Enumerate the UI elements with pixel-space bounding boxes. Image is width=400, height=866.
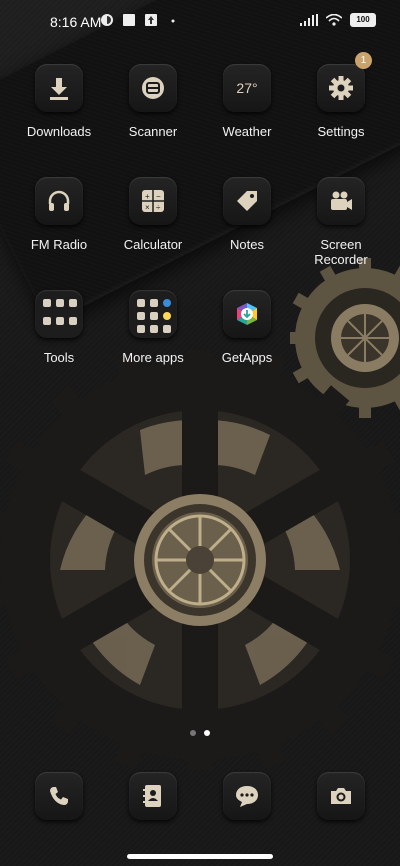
folder-icon	[35, 290, 83, 338]
camera-icon	[317, 772, 365, 820]
app-weather[interactable]: 27° Weather	[202, 64, 292, 139]
upload-icon	[145, 14, 157, 26]
dock-phone[interactable]	[35, 772, 83, 820]
app-label: Screen Recorder	[296, 237, 386, 267]
mini-app-icon	[43, 299, 51, 307]
weather-icon: 27°	[223, 64, 271, 112]
large-gear-graphic	[0, 350, 400, 770]
battery-level: 100	[356, 15, 370, 24]
getapps-icon	[223, 290, 271, 338]
messages-icon	[223, 772, 271, 820]
scanner-icon	[129, 64, 177, 112]
gear-icon	[317, 64, 365, 112]
home-gesture-bar[interactable]	[127, 854, 273, 859]
app-label-line2: Recorder	[314, 252, 368, 267]
folder-more-apps[interactable]: More apps	[108, 290, 198, 365]
app-getapps[interactable]: GetApps	[202, 290, 292, 365]
mini-app-icon	[43, 316, 51, 325]
mini-app-icon	[56, 316, 64, 325]
page-dot-active[interactable]	[204, 730, 210, 736]
app-settings[interactable]: 1 Settings	[296, 52, 386, 139]
tag-icon	[223, 177, 271, 225]
wifi-icon	[326, 14, 342, 26]
mini-app-icon	[69, 316, 77, 325]
app-label: Downloads	[26, 124, 92, 139]
more-notifications-dot-icon	[171, 19, 175, 23]
dock-messages[interactable]	[223, 772, 271, 820]
app-label: More apps	[122, 350, 184, 365]
app-label: GetApps	[221, 350, 273, 365]
app-label-line1: Screen	[320, 237, 362, 252]
svg-text:÷: ÷	[156, 203, 161, 212]
app-notes[interactable]: Notes	[202, 177, 292, 252]
contacts-icon	[129, 772, 177, 820]
mini-app-icon	[137, 299, 145, 307]
mini-app-icon	[137, 325, 145, 333]
folder-tools[interactable]: Tools	[14, 290, 104, 365]
app-downloads[interactable]: Downloads	[14, 64, 104, 139]
svg-text:−: −	[156, 192, 161, 201]
headphones-icon	[35, 177, 83, 225]
battery-icon: 100	[350, 13, 376, 27]
app-label: Tools	[43, 350, 75, 365]
app-scanner[interactable]: Scanner	[108, 64, 198, 139]
calendar-icon	[101, 14, 113, 26]
page-indicator	[0, 730, 400, 736]
phone-icon	[35, 772, 83, 820]
mini-app-icon	[150, 299, 158, 307]
mini-app-icon	[69, 299, 77, 307]
app-label: Weather	[222, 124, 272, 139]
notification-badge: 1	[355, 52, 372, 69]
status-notification-icons	[100, 13, 180, 27]
app-label: Notes	[230, 237, 264, 252]
dock-camera[interactable]	[317, 772, 365, 820]
mini-app-icon	[163, 325, 171, 333]
page-dot[interactable]	[190, 730, 196, 736]
mini-app-icon	[137, 312, 145, 320]
app-screen-recorder[interactable]: Screen Recorder	[296, 177, 386, 267]
app-label: Scanner	[128, 124, 178, 139]
mini-app-icon	[163, 312, 171, 320]
status-time: 8:16 AM	[50, 14, 102, 30]
dock-contacts[interactable]	[129, 772, 177, 820]
status-system-icons: 100	[300, 13, 376, 27]
svg-text:+: +	[145, 192, 150, 201]
download-icon	[35, 64, 83, 112]
app-fm-radio[interactable]: FM Radio	[14, 177, 104, 252]
mini-app-icon	[150, 325, 158, 333]
mini-app-icon	[150, 312, 158, 320]
mini-app-icon	[56, 299, 64, 307]
signal-icon	[300, 14, 318, 26]
app-label: FM Radio	[30, 237, 88, 252]
folder-icon	[129, 290, 177, 338]
app-label: Settings	[317, 124, 365, 139]
calculator-icon: + − × ÷	[129, 177, 177, 225]
svg-text:×: ×	[145, 203, 150, 212]
app-calculator[interactable]: + − × ÷ Calculator	[108, 177, 198, 252]
app-label: Calculator	[123, 237, 183, 252]
status-bar: 8:16 AM 100	[0, 0, 400, 44]
mini-app-icon	[163, 299, 171, 307]
photo-icon	[123, 14, 135, 26]
weather-temperature: 27°	[236, 80, 258, 96]
video-camera-icon	[317, 177, 365, 225]
